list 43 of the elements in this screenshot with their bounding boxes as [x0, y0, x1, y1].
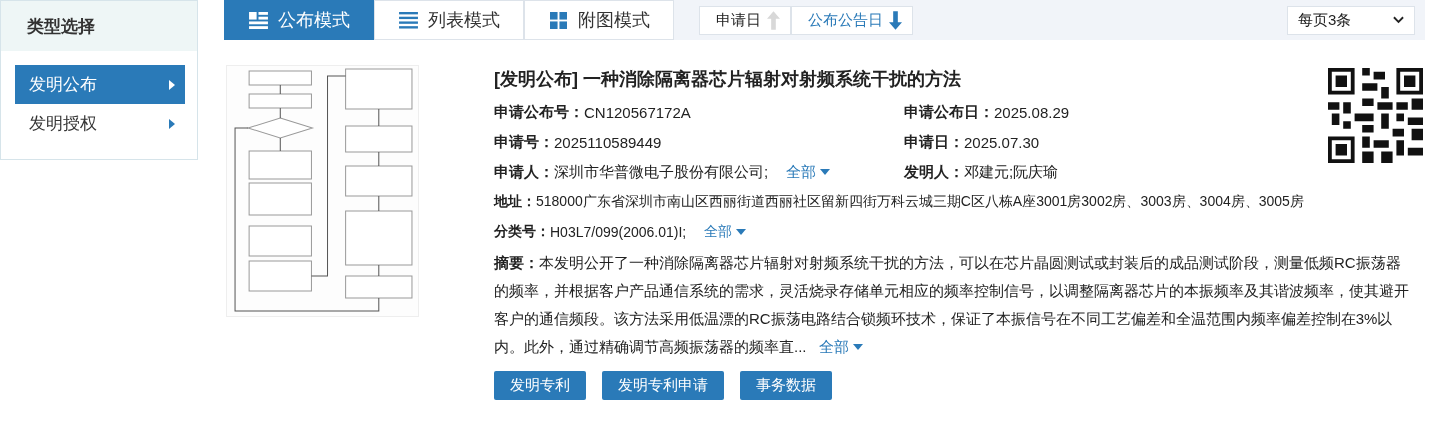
- caret-icon: [852, 344, 863, 350]
- caret-icon: [736, 229, 747, 235]
- field-label: 申请公布号：: [494, 102, 584, 122]
- sort-button[interactable]: 公布公告日: [791, 5, 913, 35]
- qr-code-icon: [1328, 68, 1423, 163]
- field-value: 邓建元;阮庆瑜: [964, 162, 1059, 182]
- field-label: 申请公布日：: [904, 102, 994, 122]
- show-all-link[interactable]: 全部: [786, 162, 831, 182]
- sidebar-item[interactable]: 发明授权: [15, 104, 185, 143]
- field-label: 分类号：: [494, 223, 550, 241]
- field-label: 发明人：: [904, 162, 964, 182]
- sidebar-item[interactable]: 发明公布: [15, 65, 185, 104]
- field-value: 2025.07.30: [964, 133, 1040, 151]
- field-value: 2025.08.29: [994, 103, 1070, 121]
- field-value: 2025110589449: [554, 133, 662, 151]
- field-value: 518000广东省深圳市南山区西丽街道西丽社区留新四街万科云城三期C区八栋A座3001房3002房、3003房、3004房、3005房: [536, 193, 1304, 211]
- view-tab[interactable]: 列表模式: [374, 0, 524, 40]
- show-all-link[interactable]: 全部: [704, 223, 747, 241]
- field-label: 申请号：: [494, 132, 554, 152]
- grid-icon: [548, 11, 568, 29]
- caret-icon: [169, 79, 175, 90]
- view-tab[interactable]: 附图模式: [524, 0, 674, 40]
- category-button[interactable]: 事务数据: [740, 371, 832, 400]
- field-label: 地址：: [494, 193, 536, 211]
- abstract-text: 摘要：本发明公开了一种消除隔离器芯片辐射对射频系统干扰的方法，可以在芯片晶圆测试或封装后的成品测试阶段，测量低频RC振荡器的频率，并根据客户产品通信系统的需求，灵活烧录存储单元相应的频率控制信号，以调整隔离器芯片的本振频率及其谐波频率，使其避开客户的通信频段。该方法采用低温漂的RC振荡电路结合锁频环技术，保证了本振信号在不同工艺偏差和全温范围内频率偏差控制在3%以内。此外，通过精确调节高频振荡器的频率直... 全部: [494, 249, 1412, 361]
- sidebar-title: 类型选择: [1, 1, 197, 51]
- page-size-select[interactable]: 每页3条: [1287, 5, 1415, 35]
- layout-icon: [248, 11, 268, 29]
- field-value: 深圳市华普微电子股份有限公司;: [554, 162, 769, 182]
- caret-icon: [169, 118, 175, 129]
- category-button[interactable]: 发明专利: [494, 371, 586, 400]
- sort-button[interactable]: 申请日: [699, 5, 791, 35]
- view-tab[interactable]: 公布模式: [224, 0, 374, 40]
- field-label: 申请人：: [494, 162, 554, 182]
- category-button[interactable]: 发明专利申请: [602, 371, 724, 400]
- result-title[interactable]: [发明公布] 一种消除隔离器芯片辐射对射频系统干扰的方法: [494, 65, 1328, 97]
- field-value: CN120567172A: [584, 103, 691, 121]
- field-label: 申请日：: [904, 132, 964, 152]
- list-icon: [398, 11, 418, 29]
- field-value: H03L7/099(2006.01)I;: [550, 224, 687, 240]
- show-all-link[interactable]: 全部: [818, 333, 863, 361]
- chevron-down-icon: [1393, 16, 1404, 24]
- caret-icon: [820, 169, 831, 175]
